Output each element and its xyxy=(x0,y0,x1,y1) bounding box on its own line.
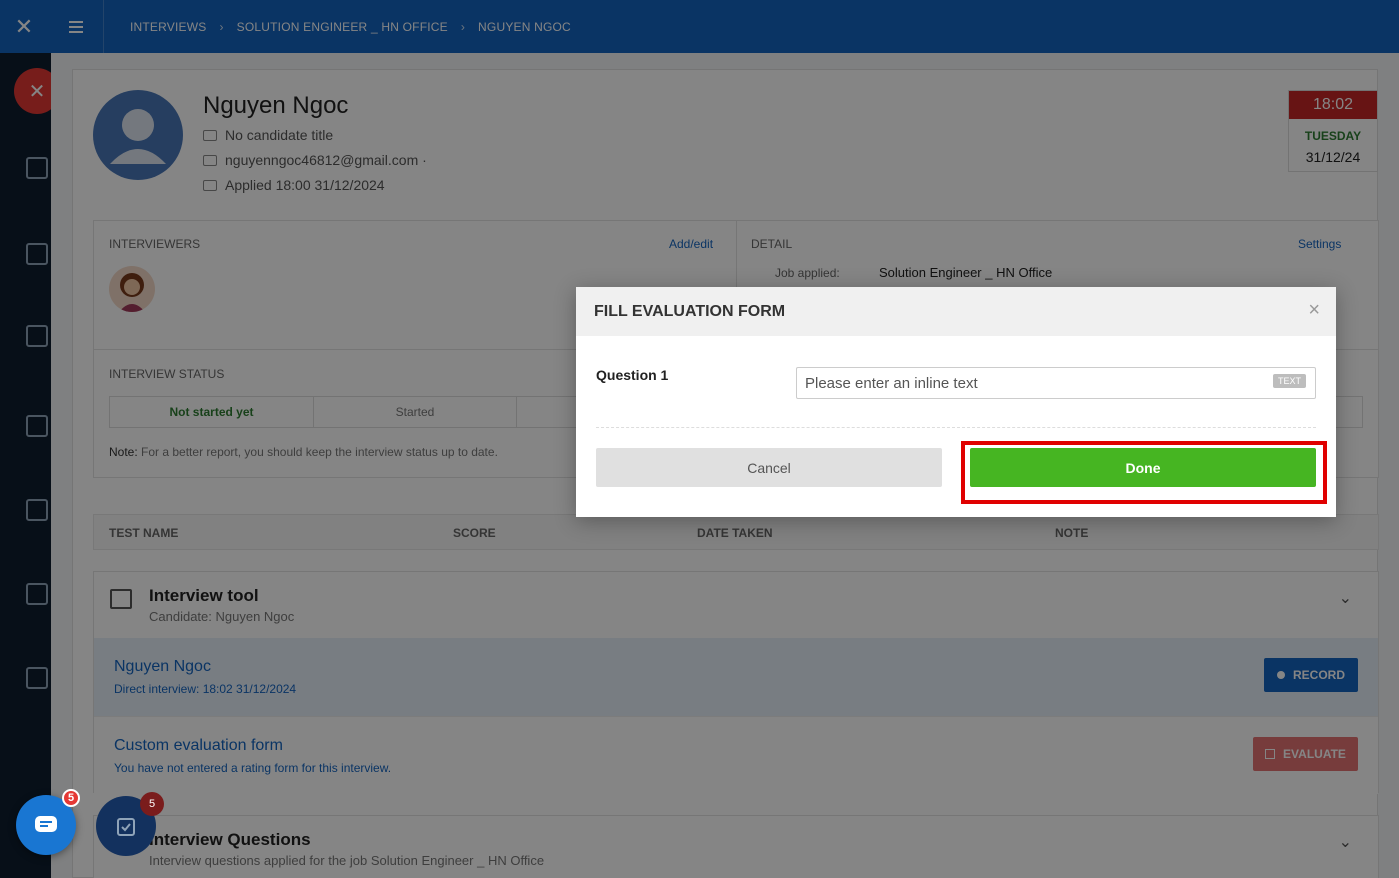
chat-badge: 5 xyxy=(62,789,80,807)
modal-header: FILL EVALUATION FORM × xyxy=(576,287,1336,336)
cancel-button[interactable]: Cancel xyxy=(596,448,942,487)
question-input[interactable] xyxy=(796,367,1316,399)
question-label: Question 1 xyxy=(596,367,669,383)
clipboard-check-icon xyxy=(117,818,135,836)
tasks-badge: 5 xyxy=(140,792,164,816)
input-type-tag: TEXT xyxy=(1273,374,1307,388)
divider xyxy=(596,427,1316,428)
evaluation-modal: FILL EVALUATION FORM × Question 1 TEXT C… xyxy=(576,287,1336,517)
modal-title: FILL EVALUATION FORM xyxy=(594,303,786,320)
chat-button[interactable]: 5 xyxy=(16,789,80,855)
chat-icon xyxy=(35,816,57,832)
done-button[interactable]: Done xyxy=(970,448,1316,487)
tasks-button[interactable]: 5 xyxy=(96,792,164,856)
close-icon[interactable]: × xyxy=(1308,299,1320,322)
